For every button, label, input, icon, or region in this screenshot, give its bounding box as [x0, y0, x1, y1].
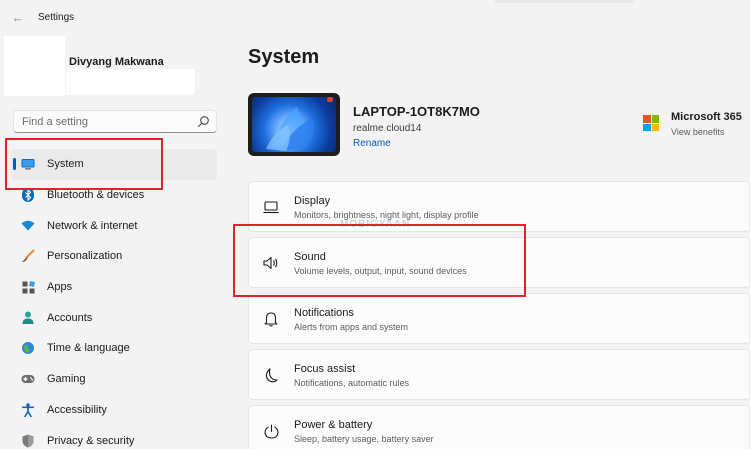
card-title: Focus assist	[294, 363, 356, 375]
card-subtitle: Notifications, automatic rules	[294, 378, 410, 388]
device-model: realme cloud14	[353, 123, 422, 134]
shield-icon	[21, 434, 35, 448]
ms-logo-tile	[651, 115, 659, 123]
globe-icon	[21, 341, 35, 355]
apps-icon	[21, 280, 35, 294]
title-strip	[495, 0, 635, 3]
settings-list: Display Monitors, brightness, night ligh…	[248, 181, 750, 449]
sidebar-item-network[interactable]: Network & internet	[11, 210, 217, 241]
card-focus-assist[interactable]: Focus assist Notifications, automatic ru…	[248, 349, 750, 400]
sidebar-item-privacy[interactable]: Privacy & security	[11, 425, 217, 449]
moon-icon	[263, 367, 279, 383]
card-title: Display	[294, 195, 331, 207]
sidebar-item-label: Accessibility	[47, 403, 107, 416]
search-placeholder: Find a setting	[22, 116, 89, 128]
user-name: Divyang Makwana	[69, 56, 164, 68]
avatar[interactable]	[4, 36, 65, 96]
sidebar-item-label: Apps	[47, 281, 73, 294]
search-icon	[197, 116, 209, 128]
sidebar-item-apps[interactable]: Apps	[11, 272, 217, 303]
annotation-box-system	[5, 138, 163, 190]
sidebar-item-label: Personalization	[47, 250, 123, 263]
card-notifications[interactable]: Notifications Alerts from apps and syste…	[248, 293, 750, 344]
app-title: Settings	[38, 12, 75, 23]
device-thumbnail	[248, 93, 340, 156]
card-subtitle: Alerts from apps and system	[294, 322, 409, 332]
gamepad-icon	[21, 372, 35, 386]
card-power-battery[interactable]: Power & battery Sleep, battery usage, ba…	[248, 405, 750, 449]
person-icon	[21, 311, 35, 325]
sidebar-item-personalization[interactable]: Personalization	[11, 241, 217, 272]
page-title: System	[248, 46, 320, 68]
annotation-box-sound	[233, 224, 526, 297]
bluetooth-icon	[21, 188, 35, 203]
sidebar-item-label: Accounts	[47, 311, 93, 324]
bloom-wallpaper-icon	[266, 107, 314, 151]
card-title: Notifications	[294, 307, 354, 319]
title-bar: ← Settings	[0, 0, 750, 36]
sidebar-item-gaming[interactable]: Gaming	[11, 364, 217, 395]
card-subtitle: Sleep, battery usage, battery saver	[294, 434, 434, 444]
device-wallpaper	[252, 97, 336, 152]
accessibility-icon	[21, 403, 35, 417]
sidebar-nav: System Bluetooth & devices Network & int…	[0, 149, 220, 449]
sidebar-item-label: Network & internet	[47, 219, 138, 232]
bell-icon	[263, 311, 279, 327]
sidebar-item-label: Gaming	[47, 373, 86, 386]
promo-title[interactable]: Microsoft 365	[671, 111, 742, 123]
sidebar-item-label: Privacy & security	[47, 434, 135, 447]
brush-icon	[21, 249, 35, 263]
power-icon	[263, 423, 279, 439]
ms-logo-tile	[643, 123, 651, 131]
sidebar-item-accessibility[interactable]: Accessibility	[11, 395, 217, 426]
display-icon	[263, 199, 279, 215]
promo-subtitle[interactable]: View benefits	[671, 127, 724, 137]
sidebar-item-label: Time & language	[47, 342, 130, 355]
back-arrow-icon[interactable]: ←	[10, 10, 26, 26]
rename-link[interactable]: Rename	[353, 138, 391, 149]
sidebar-item-accounts[interactable]: Accounts	[11, 302, 217, 333]
wifi-icon	[21, 219, 35, 233]
user-email-redacted	[66, 69, 195, 95]
sidebar-item-label: Bluetooth & devices	[47, 189, 145, 202]
ms-logo-tile	[651, 123, 659, 131]
microsoft-logo-icon[interactable]	[643, 115, 659, 131]
card-title: Power & battery	[294, 419, 373, 431]
ms-logo-tile	[643, 115, 651, 123]
device-name: LAPTOP-1OT8K7MO	[353, 104, 480, 119]
search-input[interactable]: Find a setting	[13, 110, 217, 133]
sidebar-item-time-language[interactable]: Time & language	[11, 333, 217, 364]
